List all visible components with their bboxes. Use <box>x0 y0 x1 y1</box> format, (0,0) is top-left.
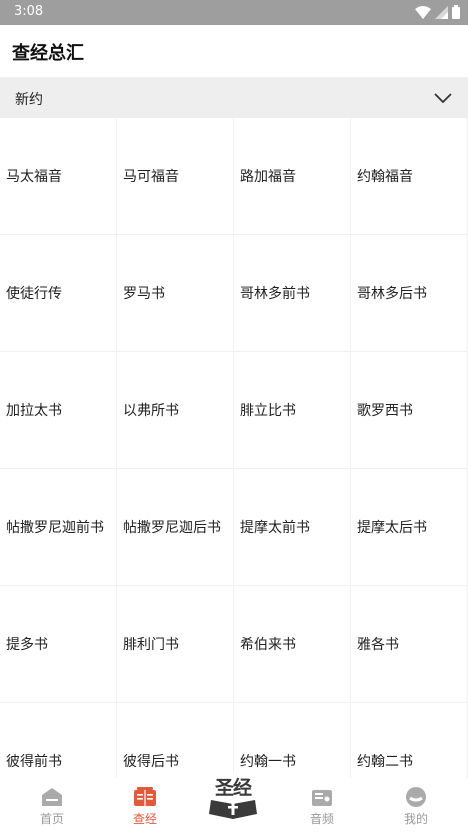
logo-text: 圣经 <box>214 777 252 799</box>
user-face-icon <box>406 787 426 807</box>
book-cell-1-timothy[interactable]: 提摩太前书 <box>234 469 351 586</box>
book-cell-colossians[interactable]: 歌罗西书 <box>351 352 468 469</box>
book-cell-2-corinthians[interactable]: 哥林多后书 <box>351 235 468 352</box>
book-cell-1-john[interactable]: 约翰一书 <box>234 703 351 778</box>
book-cell-philippians[interactable]: 腓立比书 <box>234 352 351 469</box>
book-cell-matthew[interactable]: 马太福音 <box>0 118 117 235</box>
signal-icon <box>435 5 448 19</box>
testament-selector[interactable]: 新约 <box>0 77 468 118</box>
status-icons <box>415 5 460 19</box>
nav-home-label: 首页 <box>39 812 64 826</box>
book-cell-2-john[interactable]: 约翰二书 <box>351 703 468 778</box>
nav-audio-label: 音频 <box>309 812 334 826</box>
page-title: 查经总汇 <box>12 43 84 64</box>
radio-icon <box>312 790 332 806</box>
open-bible-icon <box>209 800 257 819</box>
wifi-icon <box>415 5 431 19</box>
nav-audio[interactable]: 音频 <box>292 786 352 827</box>
book-cell-titus[interactable]: 提多书 <box>0 586 117 703</box>
book-cell-acts[interactable]: 使徒行传 <box>0 235 117 352</box>
status-bar: 3:08 <box>0 0 468 25</box>
bible-logo-button[interactable]: 圣经 <box>202 773 264 825</box>
book-cell-1-corinthians[interactable]: 哥林多前书 <box>234 235 351 352</box>
home-icon <box>42 788 62 806</box>
book-cell-1-thessalonians[interactable]: 帖撒罗尼迦前书 <box>0 469 117 586</box>
book-cell-2-timothy[interactable]: 提摩太后书 <box>351 469 468 586</box>
book-cell-mark[interactable]: 马可福音 <box>117 118 234 235</box>
book-grid: 马太福音 马可福音 路加福音 约翰福音 使徒行传 罗马书 哥林多前书 哥林多后书… <box>0 118 468 778</box>
chevron-down-icon <box>434 93 452 103</box>
book-cell-romans[interactable]: 罗马书 <box>117 235 234 352</box>
book-cell-ephesians[interactable]: 以弗所书 <box>117 352 234 469</box>
status-time: 3:08 <box>14 4 44 19</box>
book-cell-john[interactable]: 约翰福音 <box>351 118 468 235</box>
book-cell-2-peter[interactable]: 彼得后书 <box>117 703 234 778</box>
battery-icon <box>452 5 460 19</box>
book-cell-philemon[interactable]: 腓利门书 <box>117 586 234 703</box>
nav-home[interactable]: 首页 <box>22 786 82 827</box>
nav-mine[interactable]: 我的 <box>386 786 446 827</box>
nav-study-label: 查经 <box>132 812 157 826</box>
book-cell-1-peter[interactable]: 彼得前书 <box>0 703 117 778</box>
app-bar: 查经总汇 <box>0 25 468 77</box>
book-cell-hebrews[interactable]: 希伯来书 <box>234 586 351 703</box>
book-open-icon <box>134 787 156 806</box>
book-cell-james[interactable]: 雅各书 <box>351 586 468 703</box>
nav-mine-label: 我的 <box>403 812 428 826</box>
book-cell-luke[interactable]: 路加福音 <box>234 118 351 235</box>
testament-label: 新约 <box>15 92 43 108</box>
book-cell-galatians[interactable]: 加拉太书 <box>0 352 117 469</box>
nav-study[interactable]: 查经 <box>115 786 175 827</box>
book-cell-2-thessalonians[interactable]: 帖撒罗尼迦后书 <box>117 469 234 586</box>
